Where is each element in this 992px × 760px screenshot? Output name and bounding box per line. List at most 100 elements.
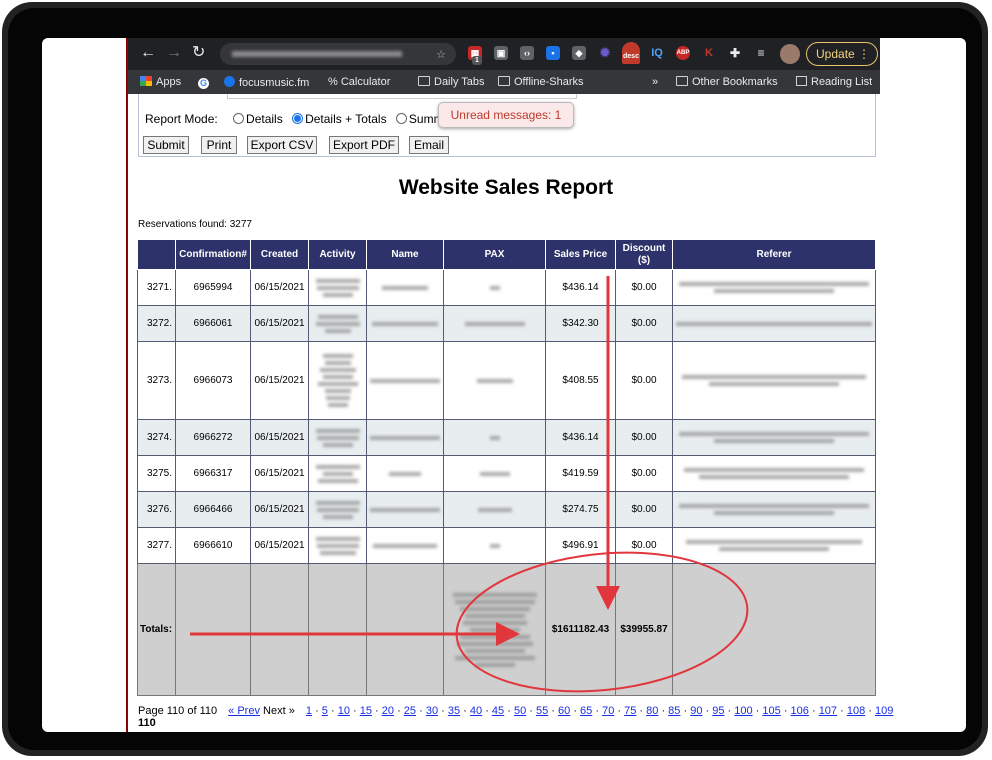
radio-details[interactable] — [233, 113, 245, 124]
confirmation-cell: 6966073 — [175, 341, 251, 420]
referer-cell-redacted — [672, 269, 876, 306]
extension-sun-icon[interactable]: ✹ — [598, 46, 612, 60]
page-link[interactable]: 100 — [734, 705, 752, 717]
extension-blue-square-icon[interactable]: ▪ — [546, 46, 560, 60]
referer-cell-redacted — [672, 419, 876, 456]
created-cell: 06/15/2021 — [250, 527, 309, 564]
sales-price-cell: $436.14 — [545, 269, 616, 306]
row-index: 3277. — [137, 527, 176, 564]
referer-cell-redacted — [672, 455, 876, 492]
profile-avatar[interactable] — [780, 44, 800, 64]
extension-tag-icon[interactable]: ◆ — [572, 46, 586, 60]
totals-empty-cell — [308, 563, 367, 696]
page-link[interactable]: 90 — [690, 705, 702, 717]
page-link[interactable]: 106 — [791, 705, 809, 717]
page-link[interactable]: 50 — [514, 705, 526, 717]
page-separator: · — [680, 705, 691, 717]
page-link[interactable]: 70 — [602, 705, 614, 717]
extension-desc-icon[interactable]: desc — [622, 42, 640, 64]
folder-icon — [676, 76, 688, 86]
forward-arrow-icon[interactable]: → — [166, 45, 182, 61]
page-link[interactable]: 85 — [668, 705, 680, 717]
bookmark-label: % Calculator — [328, 76, 391, 88]
adblock-icon[interactable]: ABP — [676, 46, 690, 60]
export-csv-button[interactable]: Export CSV — [247, 136, 317, 154]
page-link[interactable]: 15 — [360, 705, 372, 717]
extension-puzzle-box-icon[interactable]: ▣ — [494, 46, 508, 60]
page-separator: · — [438, 705, 448, 717]
confirmation-cell: 6966061 — [175, 305, 251, 342]
activity-cell-redacted — [308, 305, 367, 342]
partial-input-field[interactable] — [227, 94, 577, 99]
page-link[interactable]: 45 — [492, 705, 504, 717]
browser-menu-icon[interactable]: ⋮ — [849, 43, 870, 65]
extension-iq-icon[interactable]: IQ — [650, 46, 664, 60]
page-link[interactable]: 80 — [646, 705, 658, 717]
reload-icon[interactable]: ↻ — [192, 45, 205, 61]
bookmark-calculator[interactable]: % Calculator — [328, 76, 390, 88]
page-link[interactable]: 30 — [426, 705, 438, 717]
extensions-puzzle-icon[interactable]: ✚ — [728, 46, 742, 60]
bookmark-offline-sharks[interactable]: Offline-Sharks — [498, 76, 584, 88]
bookmark-other-bookmarks[interactable]: Other Bookmarks — [676, 76, 778, 88]
column-header-pax[interactable]: PAX — [443, 239, 546, 270]
referer-cell-redacted — [672, 305, 876, 342]
bookmarks-overflow-chevron-icon[interactable]: » — [652, 76, 658, 88]
created-cell: 06/15/2021 — [250, 455, 309, 492]
row-index: 3275. — [137, 455, 176, 492]
extension-code-icon[interactable]: ‹› — [520, 46, 534, 60]
address-bar[interactable]: ☆ — [220, 43, 456, 65]
page-link[interactable]: 65 — [580, 705, 592, 717]
page-link[interactable]: 40 — [470, 705, 482, 717]
submit-button[interactable]: Submit — [143, 136, 189, 154]
column-header-confirmation[interactable]: Confirmation# — [175, 239, 251, 270]
column-header-referer[interactable]: Referer — [672, 239, 876, 270]
extension-k-icon[interactable]: K — [702, 46, 716, 60]
page-link[interactable]: 105 — [762, 705, 780, 717]
sales-price-cell: $274.75 — [545, 491, 616, 528]
column-header-name[interactable]: Name — [366, 239, 444, 270]
unread-messages-badge[interactable]: Unread messages: 1 — [438, 102, 574, 128]
page-separator: · — [312, 705, 322, 717]
page-link[interactable]: 107 — [819, 705, 837, 717]
page-separator: · — [636, 705, 647, 717]
bookmark-label: Offline-Sharks — [514, 76, 584, 88]
radio-summary[interactable] — [395, 113, 407, 124]
update-button[interactable]: Update ⋮ — [806, 42, 878, 66]
google-shortcut[interactable]: G — [198, 76, 213, 89]
google-icon: G — [198, 78, 209, 89]
page-link[interactable]: 25 — [404, 705, 416, 717]
bookmark-focusmusic[interactable]: focusmusic.fm — [224, 76, 309, 89]
sales-price-cell: $342.30 — [545, 305, 616, 342]
created-cell: 06/15/2021 — [250, 305, 309, 342]
export-pdf-button[interactable]: Export PDF — [329, 136, 399, 154]
column-header-discount[interactable]: Discount ($) — [615, 239, 673, 270]
column-header-created[interactable]: Created — [250, 239, 309, 270]
page-link[interactable]: 108 — [847, 705, 865, 717]
bookmark-star-icon[interactable]: ☆ — [436, 48, 446, 61]
page-link[interactable]: 75 — [624, 705, 636, 717]
column-header-sales-price[interactable]: Sales Price — [545, 239, 616, 270]
print-button[interactable]: Print — [201, 136, 237, 154]
page-link[interactable]: 55 — [536, 705, 548, 717]
radio-details-totals-label: Details + Totals — [305, 112, 387, 126]
row-index: 3272. — [137, 305, 176, 342]
reading-list[interactable]: Reading List — [796, 76, 872, 88]
address-bar-url-redacted — [232, 51, 402, 57]
radio-details-totals[interactable] — [292, 113, 304, 124]
page-link[interactable]: 60 — [558, 705, 570, 717]
name-cell-redacted — [366, 269, 444, 306]
bookmark-daily-tabs[interactable]: Daily Tabs — [418, 76, 485, 88]
column-header-activity[interactable]: Activity — [308, 239, 367, 270]
bookmark-apps[interactable]: Apps — [140, 76, 181, 88]
media-queue-icon[interactable]: ≡ — [754, 46, 768, 60]
page-link[interactable]: 109 — [875, 705, 893, 717]
email-button[interactable]: Email — [409, 136, 449, 154]
prev-page-link[interactable]: « Prev — [228, 705, 260, 717]
page-link[interactable]: 20 — [382, 705, 394, 717]
page-link[interactable]: 35 — [448, 705, 460, 717]
page-link[interactable]: 95 — [712, 705, 724, 717]
sales-price-cell: $408.55 — [545, 341, 616, 420]
back-arrow-icon[interactable]: ← — [140, 45, 156, 61]
page-link[interactable]: 10 — [338, 705, 350, 717]
